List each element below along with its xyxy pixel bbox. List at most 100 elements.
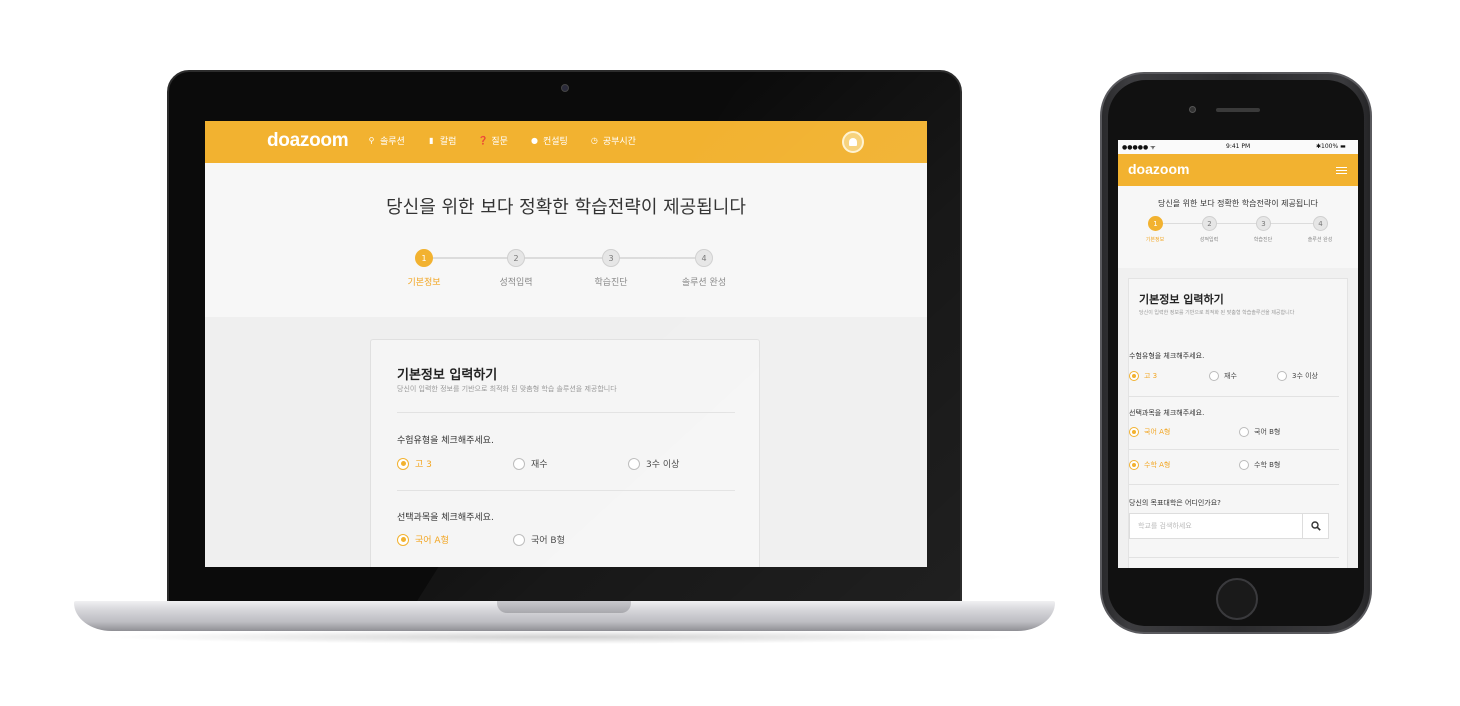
phone-speaker [1216,108,1260,112]
hero-title: 당신을 위한 보다 정확한 학습전략이 제공됩니다 [386,197,746,218]
radio-circle[interactable] [1239,460,1249,470]
phone-step-2-label: 성적입력 [1199,237,1219,243]
clock-icon: ◷ [590,136,598,145]
basic-info-card: 기본정보 입력하기 당신이 입력한 정보를 기반으로 최적화 된 맞춤형 학습 … [370,339,760,567]
bell-icon [849,138,857,146]
nav-item-column[interactable]: ▮ 칼럼 [427,134,456,147]
radio-circle[interactable] [1277,371,1287,381]
phone-step-4-label: 솔루션 완성 [1307,237,1333,243]
radio-korean-a[interactable]: 국어 A형 [397,533,449,546]
laptop-navbar: doazoom ⚲ 솔루션 ▮ 칼럼 ❓ 질문 ● 컨설팅 ◷ 공부시간 [205,121,927,163]
search-icon [1310,521,1321,531]
showcase-stage: doazoom ⚲ 솔루션 ▮ 칼럼 ❓ 질문 ● 컨설팅 ◷ 공부시간 당신을… [0,0,1460,706]
phone-radio-grade3[interactable]: 고 3 [1129,371,1157,381]
radio-circle[interactable] [1209,371,1219,381]
radio-label: 재수 [531,460,548,470]
notification-bell-button[interactable] [842,131,864,153]
nav-item-study-time[interactable]: ◷ 공부시간 [590,134,636,147]
phone-radio-korean-a[interactable]: 국어 A형 [1129,427,1170,437]
subject-question: 선택과목을 체크해주세요. [397,513,494,523]
radio-circle[interactable] [1239,427,1249,437]
phone-camera [1189,106,1196,113]
battery-indicator: ✱100% ▬ [1316,143,1346,150]
radio-circle[interactable] [628,457,640,470]
phone-step-4-dot[interactable]: 4 [1313,216,1328,231]
phone-hero-title: 당신을 위한 보다 정확한 학습전략이 제공됩니다 [1158,199,1318,208]
radio-label: 국어 A형 [1144,428,1171,436]
step-2-label: 성적입력 [499,278,533,288]
phone-exam-type-question: 수험유형을 체크해주세요. [1129,352,1205,360]
step-4-dot[interactable]: 4 [695,249,713,267]
radio-third-plus[interactable]: 3수 이상 [628,457,679,470]
step-3-dot[interactable]: 3 [602,249,620,267]
divider [1129,557,1339,558]
bookmark-icon: ▮ [429,136,434,145]
step-4-label: 솔루션 완성 [681,278,727,288]
radio-label: 국어 B형 [531,536,565,546]
step-1-dot[interactable]: 1 [415,249,433,267]
nav-label: 컨설팅 [542,137,568,147]
radio-label: 재수 [1224,372,1237,380]
phone-step-2-dot[interactable]: 2 [1202,216,1217,231]
divider [397,412,735,413]
nav-item-question[interactable]: ❓ 질문 [478,134,508,147]
phone-home-button[interactable] [1216,578,1258,620]
phone-step-1-dot[interactable]: 1 [1148,216,1163,231]
radio-circle[interactable] [1129,371,1139,381]
radio-retake[interactable]: 재수 [513,457,548,470]
radio-label: 국어 A형 [415,536,449,546]
phone-radio-math-b[interactable]: 수학 B형 [1239,460,1280,470]
radio-circle[interactable] [1129,427,1139,437]
phone-frame: ●●●●● ᯤ 9:41 PM ✱100% ▬ doazoom 당신을 위한 보… [1100,72,1372,634]
phone-radio-third-plus[interactable]: 3수 이상 [1277,371,1318,381]
progress-track [1156,223,1322,224]
phone-logo[interactable]: doazoom [1128,161,1189,177]
nav-label: 공부시간 [602,137,636,147]
phone-hero: 당신을 위한 보다 정확한 학습전략이 제공됩니다 1 2 3 4 기본정보 성… [1118,186,1358,268]
phone-step-3-dot[interactable]: 3 [1256,216,1271,231]
radio-label: 3수 이상 [646,460,680,470]
pin-icon: ⚲ [368,136,375,145]
radio-circle[interactable] [397,533,409,546]
search-button[interactable] [1302,514,1328,538]
phone-subject-question: 선택과목을 체크해주세요. [1129,409,1205,417]
radio-grade3[interactable]: 고 3 [397,457,432,470]
nav-item-consulting[interactable]: ● 컨설팅 [530,134,568,147]
phone-step-1-label: 기본정보 [1145,237,1165,243]
radio-label: 고 3 [415,460,432,470]
divider [1129,484,1339,485]
phone-radio-math-a[interactable]: 수학 A형 [1129,460,1170,470]
radio-circle[interactable] [1129,460,1139,470]
radio-circle[interactable] [513,533,525,546]
step-2-dot[interactable]: 2 [507,249,525,267]
exam-type-question: 수험유형을 체크해주세요. [397,436,494,446]
laptop-hero: 당신을 위한 보다 정확한 학습전략이 제공됩니다 1 2 3 4 기본정보 성… [205,163,927,317]
chat-icon: ● [530,136,538,145]
radio-circle[interactable] [397,457,409,470]
phone-target-university-question: 당신의 목표대학은 어디인가요? [1129,499,1221,507]
radio-korean-b[interactable]: 국어 B형 [513,533,565,546]
phone-screen: ●●●●● ᯤ 9:41 PM ✱100% ▬ doazoom 당신을 위한 보… [1118,140,1358,568]
laptop-lid: doazoom ⚲ 솔루션 ▮ 칼럼 ❓ 질문 ● 컨설팅 ◷ 공부시간 당신을… [167,70,962,605]
phone-card-title: 기본정보 입력하기 [1139,293,1224,306]
hamburger-menu-icon[interactable] [1336,167,1347,176]
radio-circle[interactable] [513,457,525,470]
radio-label: 수학 B형 [1254,461,1281,469]
laptop-menu: ⚲ 솔루션 ▮ 칼럼 ❓ 질문 ● 컨설팅 ◷ 공부시간 [367,134,636,147]
phone-navbar: doazoom [1118,154,1358,186]
divider [397,490,735,491]
nav-item-solution[interactable]: ⚲ 솔루션 [367,134,405,147]
laptop-logo[interactable]: doazoom [267,130,349,152]
signal-indicator: ●●●●● ᯤ [1122,144,1156,151]
status-time: 9:41 PM [1226,143,1251,150]
step-3-label: 학습진단 [594,278,628,288]
phone-radio-korean-b[interactable]: 국어 B형 [1239,427,1280,437]
phone-radio-retake[interactable]: 재수 [1209,371,1237,381]
university-search-box [1129,513,1329,539]
laptop-shadow [100,630,1030,644]
status-bar: ●●●●● ᯤ 9:41 PM ✱100% ▬ [1118,140,1358,154]
radio-label: 3수 이상 [1292,372,1318,380]
laptop-screen: doazoom ⚲ 솔루션 ▮ 칼럼 ❓ 질문 ● 컨설팅 ◷ 공부시간 당신을… [205,121,927,567]
university-search-input[interactable] [1130,514,1304,538]
divider [1129,449,1339,450]
